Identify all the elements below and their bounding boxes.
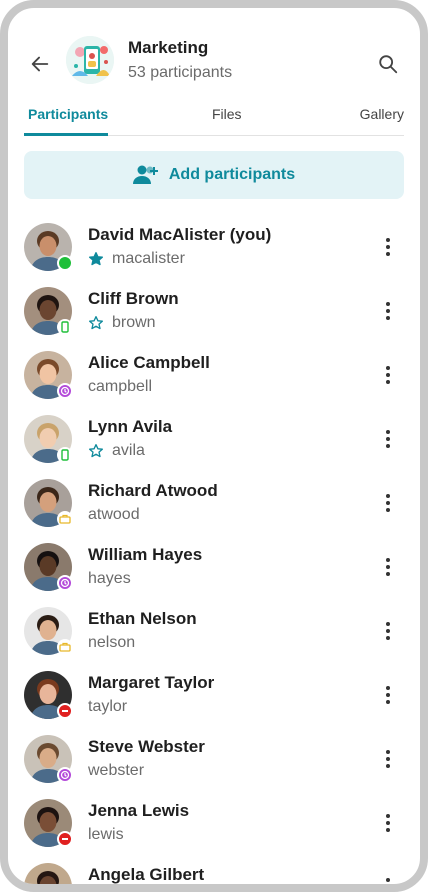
participant-row[interactable]: David MacAlister (you) macalister: [24, 215, 404, 279]
tab-files[interactable]: Files: [212, 106, 242, 122]
add-participants-label: Add participants: [168, 166, 296, 183]
participant-name: Jenna Lewis: [88, 801, 190, 820]
participant-name: Margaret Taylor: [88, 673, 215, 692]
back-button[interactable]: [24, 48, 56, 80]
more-options-icon[interactable]: [376, 425, 400, 453]
status-meeting-icon: [57, 639, 73, 655]
participant-name: Cliff Brown: [88, 289, 179, 308]
add-person-icon: [132, 165, 158, 184]
status-away-icon: [57, 767, 73, 783]
participant-subline: avila: [88, 442, 145, 460]
more-options-icon[interactable]: [376, 681, 400, 709]
participant-username: taylor: [88, 698, 128, 715]
more-options-icon[interactable]: [376, 297, 400, 325]
status-away-icon: [57, 575, 73, 591]
participant-subline: nelson: [88, 634, 135, 652]
group-avatar: [66, 36, 114, 84]
participant-row[interactable]: Lynn Avila avila: [24, 407, 404, 471]
participant-subline: webster: [88, 762, 144, 780]
more-options-icon[interactable]: [376, 553, 400, 581]
status-dnd-icon: [57, 703, 73, 719]
group-title: Marketing: [128, 38, 209, 57]
participant-subline: brown: [88, 314, 156, 332]
chat-header: Marketing 53 participants: [24, 36, 404, 100]
more-options-icon[interactable]: [376, 809, 400, 837]
star-outline-icon[interactable]: [88, 315, 104, 331]
add-participants-button[interactable]: Add participants: [24, 151, 404, 199]
participant-name: Angela Gilbert: [88, 865, 205, 884]
participant-subline: macalister: [88, 250, 185, 268]
participant-subline: lewis: [88, 826, 124, 844]
participant-subline: campbell: [88, 378, 152, 396]
participant-row[interactable]: Cliff Brown brown: [24, 279, 404, 343]
participant-subline: taylor: [88, 698, 127, 716]
more-options-icon[interactable]: [376, 489, 400, 517]
star-filled-icon[interactable]: [88, 251, 104, 267]
participant-name: Richard Atwood: [88, 481, 218, 500]
participant-name: David MacAlister (you): [88, 225, 272, 244]
more-options-icon[interactable]: [376, 745, 400, 773]
star-outline-icon[interactable]: [88, 443, 104, 459]
participant-name: William Hayes: [88, 545, 203, 564]
participant-row[interactable]: Jenna Lewis lewis: [24, 791, 404, 855]
participant-row[interactable]: Richard Atwood atwood: [24, 471, 404, 535]
participant-username: avila: [112, 442, 145, 459]
participant-username: hayes: [88, 570, 131, 587]
participant-username: lewis: [88, 826, 124, 843]
tab-participants[interactable]: Participants: [28, 106, 108, 122]
tab-bar: Participants Files Gallery: [24, 100, 404, 136]
arrow-left-icon: [31, 56, 49, 72]
phone-frame: Marketing 53 participants Participants F…: [0, 0, 428, 892]
participant-row[interactable]: Margaret Taylor taylor: [24, 663, 404, 727]
participant-count: 53 participants: [128, 64, 233, 81]
participant-row[interactable]: Angela Gilbert: [24, 855, 404, 884]
participant-username: campbell: [88, 378, 153, 395]
participant-username: macalister: [112, 250, 185, 267]
more-options-icon[interactable]: [376, 233, 400, 261]
status-meeting-icon: [57, 511, 73, 527]
more-options-icon[interactable]: [376, 873, 400, 884]
participant-name: Lynn Avila: [88, 417, 173, 436]
more-options-icon[interactable]: [376, 617, 400, 645]
status-away-icon: [57, 383, 73, 399]
search-icon: [379, 55, 398, 74]
participant-subline: hayes: [88, 570, 131, 588]
participant-username: nelson: [88, 634, 136, 651]
status-mobile-icon: [57, 447, 73, 463]
participant-username: brown: [112, 314, 156, 331]
participant-name: Alice Campbell: [88, 353, 210, 372]
status-mobile-icon: [57, 319, 73, 335]
participant-row[interactable]: Steve Webster webster: [24, 727, 404, 791]
participant-list: David MacAlister (you) macalister Cliff Br…: [24, 215, 404, 884]
participant-row[interactable]: Ethan Nelson nelson: [24, 599, 404, 663]
status-online-icon: [57, 255, 73, 271]
tab-gallery[interactable]: Gallery: [360, 106, 404, 122]
avatar: [24, 863, 72, 884]
search-button[interactable]: [372, 48, 404, 80]
participant-name: Steve Webster: [88, 737, 205, 756]
status-dnd-icon: [57, 831, 73, 847]
participant-subline: atwood: [88, 506, 140, 524]
participant-row[interactable]: Alice Campbell campbell: [24, 343, 404, 407]
more-options-icon[interactable]: [376, 361, 400, 389]
participant-username: atwood: [88, 506, 140, 523]
participant-row[interactable]: William Hayes hayes: [24, 535, 404, 599]
active-tab-indicator: [24, 133, 108, 136]
participant-name: Ethan Nelson: [88, 609, 197, 628]
participant-username: webster: [88, 762, 145, 779]
